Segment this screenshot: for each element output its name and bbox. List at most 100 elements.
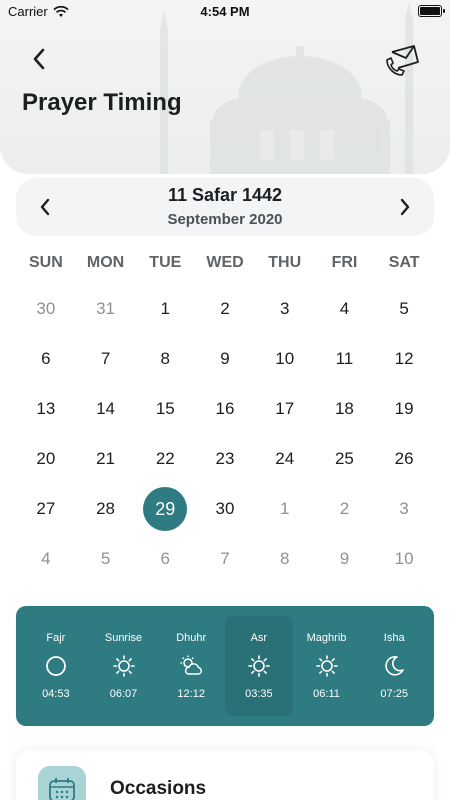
prayer-asr[interactable]: Asr 03:35	[225, 616, 293, 716]
occasions-card[interactable]: Occasions	[16, 750, 434, 800]
prayer-time: 06:07	[109, 688, 138, 700]
calendar-day[interactable]: 17	[255, 384, 315, 434]
prayer-name: Dhuhr	[176, 632, 207, 644]
calendar-day-number: 28	[96, 499, 116, 518]
weekday-label: MON	[86, 254, 125, 271]
calendar-day[interactable]: 10	[374, 534, 434, 584]
mosque-background-image	[160, 2, 413, 174]
prayer-name: Asr	[250, 632, 268, 644]
calendar-day[interactable]: 14	[76, 384, 136, 434]
sun-cloud-icon	[180, 655, 203, 675]
next-month-button[interactable]	[390, 192, 420, 222]
calendar-day-number: 10	[394, 549, 414, 568]
prayer-maghrib[interactable]: Maghrib 06:11	[293, 616, 361, 716]
calendar-day-number: 14	[96, 399, 116, 418]
occasions-label: Occasions	[110, 778, 207, 799]
calendar-day[interactable]: 3	[374, 484, 434, 534]
calendar-day[interactable]: 9	[315, 534, 375, 584]
prayer-fajr[interactable]: Fajr 04:53	[22, 616, 90, 716]
contact-button[interactable]	[384, 42, 420, 78]
calendar-day[interactable]: 28	[76, 484, 136, 534]
calendar-day[interactable]: 20	[16, 434, 76, 484]
calendar-day-number: 1	[160, 299, 171, 318]
calendar-day[interactable]: 30	[16, 284, 76, 334]
prayer-time: 06:11	[313, 688, 340, 700]
calendar-day[interactable]: 6	[135, 534, 195, 584]
calendar-day-number: 13	[36, 399, 56, 418]
calendar-day[interactable]: 4	[315, 284, 375, 334]
sun-icon	[248, 655, 270, 677]
calendar-day[interactable]: 15	[135, 384, 195, 434]
calendar-day[interactable]: 30	[195, 484, 255, 534]
page-title: Prayer Timing	[22, 89, 182, 116]
calendar-day[interactable]: 10	[255, 334, 315, 384]
weekday-label: THU	[268, 254, 302, 271]
calendar-day-number: 3	[399, 499, 409, 518]
calendar-day[interactable]: 1	[255, 484, 315, 534]
calendar-day-number: 15	[155, 399, 175, 418]
calendar-day[interactable]: 19	[374, 384, 434, 434]
calendar-day[interactable]: 8	[135, 334, 195, 384]
calendar-day-number: 10	[275, 349, 295, 368]
calendar-day[interactable]: 6	[16, 334, 76, 384]
chevron-right-icon	[400, 198, 410, 216]
calendar-day[interactable]: 18	[315, 384, 375, 434]
calendar-day[interactable]: 11	[315, 334, 375, 384]
calendar-day[interactable]: 1	[135, 284, 195, 334]
prayer-isha[interactable]: Isha 07:25	[360, 616, 428, 716]
calendar-day-selected[interactable]: 29	[135, 484, 195, 534]
weekday-label: SUN	[28, 254, 63, 271]
calendar-day[interactable]: 16	[195, 384, 255, 434]
calendar-day[interactable]: 12	[374, 334, 434, 384]
status-time: 4:54 PM	[200, 4, 250, 19]
calendar-day[interactable]: 23	[195, 434, 255, 484]
calendar-day-number: 23	[215, 449, 235, 468]
calendar-day-number: 2	[339, 499, 350, 518]
calendar-day[interactable]: 27	[16, 484, 76, 534]
calendar-grid-icon	[49, 778, 75, 800]
calendar-day-number: 12	[394, 349, 414, 368]
calendar-day-number: 7	[100, 349, 111, 368]
occasions-icon-container	[38, 766, 86, 800]
calendar-day[interactable]: 4	[16, 534, 76, 584]
back-button[interactable]	[24, 44, 54, 74]
calendar-day[interactable]: 31	[76, 284, 136, 334]
prayer-sunrise[interactable]: Sunrise 06:07	[90, 616, 158, 716]
weekday-label: FRI	[331, 254, 358, 271]
calendar-day[interactable]: 5	[374, 284, 434, 334]
calendar-day-number: 4	[339, 299, 350, 318]
calendar-day[interactable]: 2	[315, 484, 375, 534]
calendar-day[interactable]: 8	[255, 534, 315, 584]
calendar-day-number: 9	[220, 349, 230, 368]
calendar-day[interactable]: 5	[76, 534, 136, 584]
calendar-day[interactable]: 13	[16, 384, 76, 434]
moon-icon	[385, 656, 404, 676]
calendar-day[interactable]: 22	[135, 434, 195, 484]
calendar-day-number: 7	[220, 549, 230, 568]
calendar-day-number: 5	[399, 299, 409, 318]
calendar-grid: 30 31 1 2 3 4 5 6 7 8 9 10 11 12 13 14 15 16 17 18 19 20 21 22 2…	[16, 284, 434, 584]
calendar-day-number: 18	[334, 399, 354, 418]
weekday-label: TUE	[149, 254, 182, 271]
calendar-day-number: 1	[279, 499, 290, 518]
prayer-time: 04:53	[42, 688, 70, 700]
calendar-day-number: 27	[36, 499, 56, 518]
calendar-day[interactable]: 9	[195, 334, 255, 384]
calendar-day[interactable]: 7	[195, 534, 255, 584]
status-bar: Carrier 4:54 PM	[0, 0, 450, 24]
calendar-day[interactable]: 7	[76, 334, 136, 384]
calendar-day[interactable]: 24	[255, 434, 315, 484]
prayer-dhuhr[interactable]: Dhuhr 12:12	[157, 616, 225, 716]
calendar-day[interactable]: 3	[255, 284, 315, 334]
weekday-label: SAT	[388, 254, 420, 271]
calendar-day-number: 11	[335, 349, 354, 368]
calendar-day[interactable]: 26	[374, 434, 434, 484]
calendar-day[interactable]: 2	[195, 284, 255, 334]
calendar-day[interactable]: 25	[315, 434, 375, 484]
calendar-day-number: 19	[394, 399, 414, 418]
mail-phone-icon	[386, 45, 419, 76]
circle-icon	[45, 656, 66, 676]
calendar-day-number: 17	[275, 399, 295, 418]
sun-icon	[315, 655, 338, 677]
calendar-day[interactable]: 21	[76, 434, 136, 484]
